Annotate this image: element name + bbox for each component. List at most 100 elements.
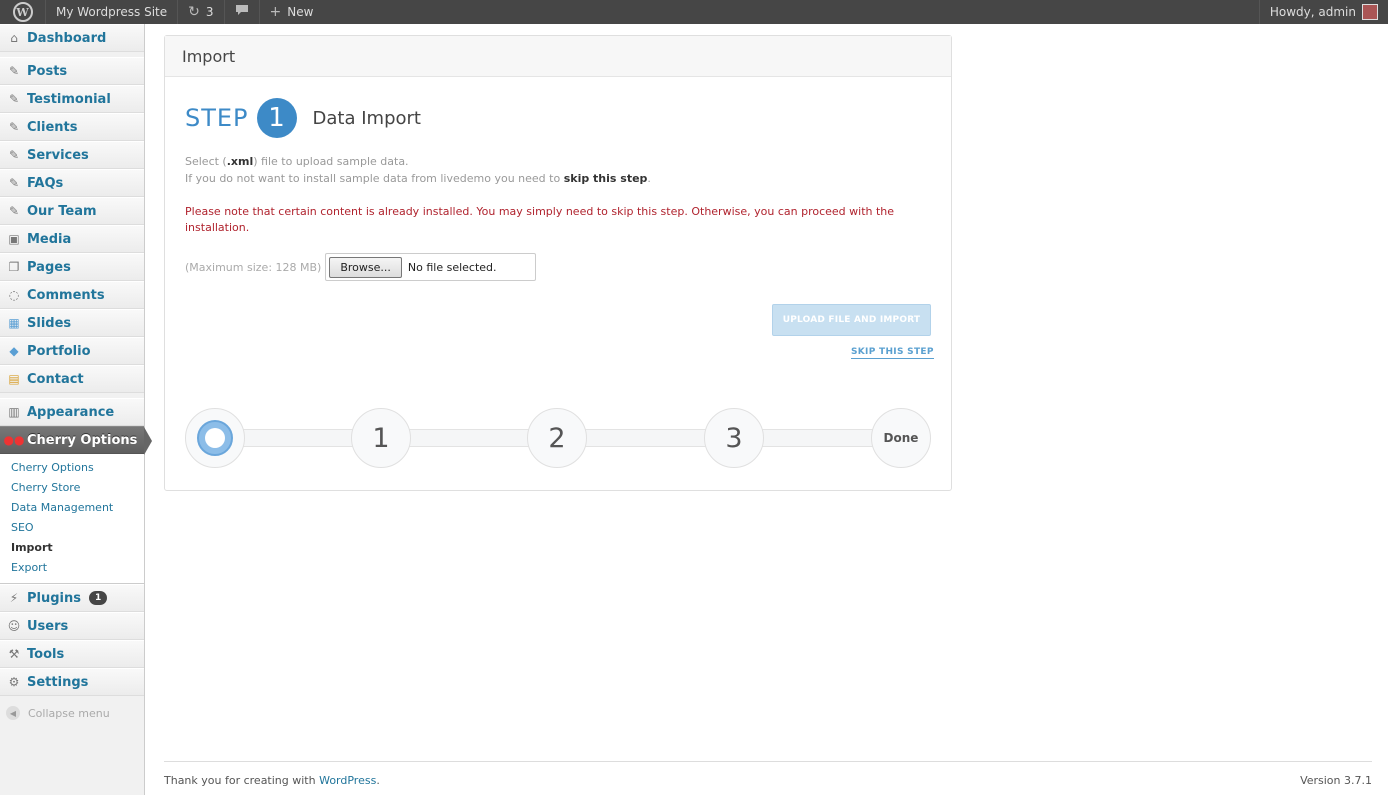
plugin-icon: ⚡ — [9, 591, 19, 605]
portfolio-icon: ◆ — [9, 344, 19, 358]
sidebar-item-appearance[interactable]: ▥ Appearance — [0, 398, 144, 426]
sidebar-item-portfolio[interactable]: ◆ Portfolio — [0, 337, 144, 365]
sidebar-item-contact[interactable]: ▤ Contact — [0, 365, 144, 393]
file-status: No file selected. — [407, 260, 497, 274]
submenu-seo[interactable]: SEO — [0, 518, 144, 538]
collapse-arrow-icon: ◀ — [6, 706, 20, 720]
submenu-cherry-store[interactable]: Cherry Store — [0, 478, 144, 498]
pin-icon: ✎ — [8, 64, 20, 78]
media-icon: ▣ — [8, 232, 20, 246]
wordpress-link[interactable]: WordPress — [319, 774, 376, 787]
updates-button[interactable]: ↻ 3 — [178, 0, 225, 24]
submenu-import[interactable]: Import — [0, 538, 144, 558]
howdy-label: Howdy, admin — [1269, 5, 1356, 19]
comment-bubble-icon — [235, 4, 249, 20]
step-title: Data Import — [312, 107, 421, 129]
desc-text: ) file to upload sample data. — [253, 155, 409, 168]
pin-icon: ✎ — [8, 92, 20, 106]
sidebar-item-tools[interactable]: ⚒ Tools — [0, 640, 144, 668]
refresh-icon: ↻ — [188, 4, 200, 20]
cherry-icon: ●● — [3, 433, 25, 447]
collapse-menu-button[interactable]: ◀ Collapse menu — [0, 700, 144, 726]
import-panel: Import STEP 1 Data Import Select (.xml) … — [164, 35, 952, 491]
sidebar-item-comments[interactable]: ◌ Comments — [0, 281, 144, 309]
avatar — [1362, 4, 1378, 20]
progress-current-ring-icon — [197, 420, 233, 456]
panel-header: Import — [165, 36, 951, 77]
sidebar-item-clients[interactable]: ✎ Clients — [0, 113, 144, 141]
file-upload-row: (Maximum size: 128 MB) Browse... No file… — [185, 253, 537, 281]
slides-icon: ▦ — [8, 316, 20, 330]
admin-footer: Thank you for creating with WordPress. V… — [164, 761, 1372, 795]
pin-icon: ✎ — [8, 176, 20, 190]
settings-icon: ⚙ — [8, 675, 20, 689]
desc-text: If you do not want to install sample dat… — [185, 172, 564, 185]
submenu-export[interactable]: Export — [0, 558, 144, 578]
dashboard-icon: ⌂ — [10, 31, 18, 45]
progress-node-done: Done — [871, 408, 931, 468]
max-size-label: (Maximum size: 128 MB) — [185, 260, 322, 274]
sidebar-item-slides[interactable]: ▦ Slides — [0, 309, 144, 337]
panel-title: Import — [182, 46, 236, 66]
step-number-badge: 1 — [256, 98, 297, 138]
pin-icon: ✎ — [8, 204, 20, 218]
footer-version: Version 3.7.1 — [1300, 773, 1372, 787]
sidebar-item-plugins[interactable]: ⚡ Plugins 1 — [0, 584, 144, 612]
sidebar-item-pages[interactable]: ❐ Pages — [0, 253, 144, 281]
progress-node-3: 3 — [704, 408, 764, 468]
pin-icon: ✎ — [8, 120, 20, 134]
desc-text: Select ( — [185, 155, 227, 168]
users-icon: ☺ — [7, 619, 21, 633]
admin-sidebar: ⌂ Dashboard ✎ Posts ✎ Testimonial ✎ Clie… — [0, 24, 152, 795]
sidebar-item-our-team[interactable]: ✎ Our Team — [0, 197, 144, 225]
file-input[interactable]: Browse... No file selected. — [325, 253, 537, 281]
cherry-submenu: Cherry Options Cherry Store Data Managem… — [0, 454, 144, 584]
upload-and-import-button[interactable]: UPLOAD FILE AND IMPORT — [772, 304, 931, 336]
desc-text: . — [647, 172, 651, 185]
sidebar-item-users[interactable]: ☺ Users — [0, 612, 144, 640]
step-description: Select (.xml) file to upload sample data… — [185, 153, 651, 187]
pin-icon: ✎ — [8, 148, 20, 162]
collapse-menu-label: Collapse menu — [28, 706, 110, 720]
footer-thanks-text: . — [376, 773, 380, 787]
sidebar-item-cherry-options[interactable]: ●● Cherry Options — [0, 426, 152, 455]
sidebar-item-dashboard[interactable]: ⌂ Dashboard — [0, 24, 144, 52]
comments-icon: ◌ — [8, 288, 20, 302]
account-menu[interactable]: Howdy, admin — [1258, 0, 1388, 24]
tools-icon: ⚒ — [8, 647, 20, 661]
step-word: STEP — [185, 104, 249, 132]
updates-count: 3 — [205, 5, 214, 19]
browse-button[interactable]: Browse... — [329, 256, 402, 278]
admin-bar: W My Wordpress Site ↻ 3 + New Howdy, adm… — [0, 0, 1388, 24]
progress-node-2: 2 — [527, 408, 587, 468]
plugins-update-badge: 1 — [89, 591, 108, 605]
site-name-label: My Wordpress Site — [56, 5, 168, 19]
wordpress-logo-icon: W — [12, 2, 33, 22]
sidebar-item-posts[interactable]: ✎ Posts — [0, 57, 144, 85]
desc-bold-xml: .xml — [226, 155, 254, 168]
comments-button[interactable] — [225, 0, 260, 24]
site-name-link[interactable]: My Wordpress Site — [46, 0, 179, 24]
contact-icon: ▤ — [8, 372, 20, 386]
skip-step-link[interactable]: SKIP THIS STEP — [851, 347, 934, 359]
progress-node-1: 1 — [351, 408, 411, 468]
new-label: New — [287, 5, 314, 19]
sidebar-item-testimonial[interactable]: ✎ Testimonial — [0, 85, 144, 113]
submenu-data-management[interactable]: Data Management — [0, 498, 144, 518]
footer-thanks: Thank you for creating with WordPress. — [164, 774, 380, 787]
appearance-icon: ▥ — [8, 405, 20, 419]
progress-node-start — [185, 408, 245, 468]
sidebar-item-faqs[interactable]: ✎ FAQs — [0, 169, 144, 197]
step-heading: STEP 1 Data Import — [185, 98, 421, 138]
submenu-cherry-options[interactable]: Cherry Options — [0, 458, 144, 478]
sidebar-item-media[interactable]: ▣ Media — [0, 225, 144, 253]
sidebar-item-services[interactable]: ✎ Services — [0, 141, 144, 169]
already-installed-notice: Please note that certain content is alre… — [185, 205, 895, 234]
plus-icon: + — [269, 4, 282, 20]
sidebar-item-settings[interactable]: ⚙ Settings — [0, 668, 144, 696]
desc-bold-skip: skip this step — [563, 172, 648, 185]
wordpress-logo-button[interactable]: W — [0, 0, 46, 24]
pages-icon: ❐ — [8, 260, 20, 274]
footer-thanks-text: Thank you for creating with — [164, 773, 320, 787]
new-content-button[interactable]: + New — [260, 0, 324, 24]
